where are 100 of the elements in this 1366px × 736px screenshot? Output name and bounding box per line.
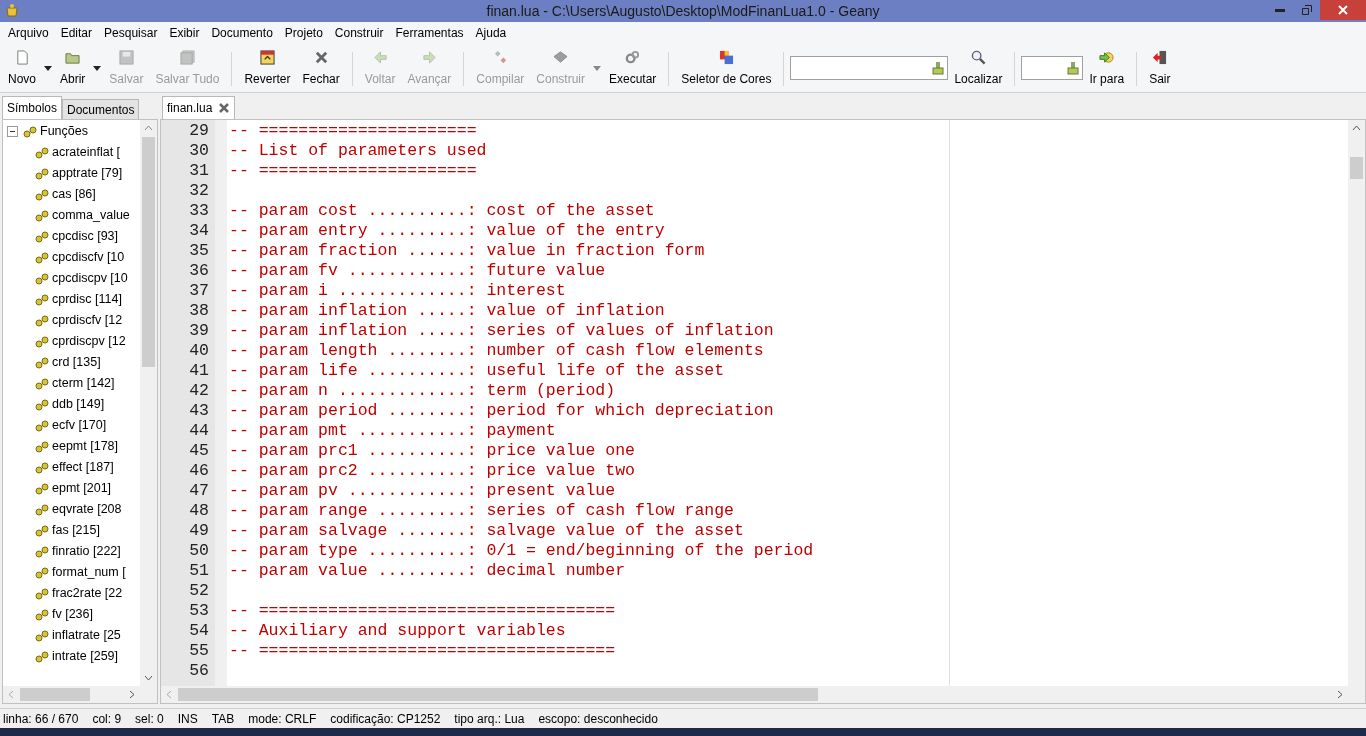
tree-item[interactable]: acrateinflat [ bbox=[52, 143, 121, 162]
code-line: -- param range .........: series of cash flow range bbox=[229, 501, 735, 521]
tree-item[interactable]: fv [236] bbox=[52, 605, 93, 624]
menu-item[interactable]: Construir bbox=[328, 24, 390, 42]
tree-item[interactable]: fas [215] bbox=[52, 521, 100, 540]
scrollbar-thumb[interactable] bbox=[178, 688, 818, 701]
tree-item[interactable]: ddb [149] bbox=[52, 395, 105, 414]
toolbar-button[interactable]: Seletor de Cores bbox=[675, 48, 778, 88]
toolbar-button[interactable]: Ir para bbox=[1083, 48, 1131, 88]
tree-item[interactable]: format_num [ bbox=[52, 563, 126, 582]
tree-item[interactable]: frac2rate [22 bbox=[52, 584, 123, 603]
tree-item[interactable]: comma_value bbox=[52, 206, 130, 225]
tree-item[interactable]: eqvrate [208 bbox=[52, 500, 122, 519]
close-button[interactable] bbox=[1320, 0, 1366, 20]
line-number: 37 bbox=[188, 281, 210, 301]
floppy-disks-icon bbox=[178, 50, 196, 65]
chain-icon bbox=[35, 377, 49, 390]
tree-item[interactable]: eepmt [178] bbox=[52, 437, 118, 456]
horizontal-scrollbar[interactable] bbox=[3, 686, 157, 703]
code-line: -- param life ..........: useful life of the asset bbox=[229, 361, 726, 381]
chain-icon bbox=[35, 482, 49, 495]
line-number: 46 bbox=[188, 461, 210, 481]
scrollbar-thumb[interactable] bbox=[1350, 157, 1363, 179]
toolbar-button[interactable]: Fechar bbox=[296, 48, 346, 88]
tree-item[interactable]: cprdiscfv [12 bbox=[52, 311, 123, 330]
tree-item[interactable]: effect [187] bbox=[52, 458, 114, 477]
line-number: 40 bbox=[188, 341, 210, 361]
tree-item[interactable]: epmt [201] bbox=[52, 479, 112, 498]
line-number: 45 bbox=[188, 441, 210, 461]
scroll-left-icon[interactable] bbox=[166, 690, 172, 699]
line-number: 38 bbox=[188, 301, 210, 321]
scroll-left-icon[interactable] bbox=[8, 690, 14, 699]
tab[interactable]: Símbolos bbox=[2, 96, 63, 119]
tree-item[interactable]: cpcdiscfv [10 bbox=[52, 248, 125, 267]
tree-item[interactable]: cpcdisc [93] bbox=[52, 227, 118, 246]
scroll-up-icon[interactable] bbox=[144, 125, 153, 131]
tab[interactable]: finan.lua bbox=[162, 96, 236, 119]
line-number: 53 bbox=[188, 601, 210, 621]
folder-icon bbox=[64, 50, 82, 65]
chain-icon bbox=[35, 566, 49, 579]
line-number: 48 bbox=[188, 501, 210, 521]
scrollbar-thumb[interactable] bbox=[142, 137, 155, 367]
tree-item[interactable]: finratio [222] bbox=[52, 542, 121, 561]
code-line: -- param pmt ...........: payment bbox=[229, 421, 557, 441]
code-line: -- param fv ............: future value bbox=[229, 261, 607, 281]
menu-item[interactable]: Exibir bbox=[163, 24, 206, 42]
chain-icon bbox=[35, 629, 49, 642]
status-text: sel: 0 bbox=[135, 710, 164, 728]
line-number: 52 bbox=[188, 581, 210, 601]
line-number: 30 bbox=[188, 141, 210, 161]
code-line: -- param length ........: number of cash flow elements bbox=[229, 341, 765, 361]
arrow-circle-icon bbox=[1098, 50, 1116, 65]
horizontal-scrollbar[interactable] bbox=[161, 686, 1365, 703]
toolbar-button[interactable]: Reverter bbox=[238, 48, 297, 88]
vertical-scrollbar[interactable] bbox=[140, 120, 157, 686]
search-field[interactable] bbox=[790, 56, 949, 80]
code-line: -- param type ..........: 0/1 = end/beginning of the period bbox=[229, 541, 815, 561]
menu-item[interactable]: Documento bbox=[205, 24, 279, 42]
status-text: linha: 66 / 670 bbox=[3, 710, 79, 728]
tab[interactable]: Documentos bbox=[62, 99, 140, 119]
menu-item[interactable]: Pesquisar bbox=[98, 24, 164, 42]
code-line: -- param fraction ......: value in fraction form bbox=[229, 241, 706, 261]
tree-item[interactable]: cprdisc [114] bbox=[52, 290, 122, 309]
tree-item[interactable]: inflatrate [25 bbox=[52, 626, 121, 645]
menu-item[interactable]: Editar bbox=[54, 24, 99, 42]
toolbar-button[interactable]: Executar bbox=[603, 48, 663, 88]
line-number-field[interactable] bbox=[1021, 56, 1084, 80]
code-line: -- param salvage .......: salvage value of the asset bbox=[229, 521, 745, 541]
code-line: -- param inflation .....: series of values of inflation bbox=[229, 321, 775, 341]
tree-item[interactable]: apptrate [79] bbox=[52, 164, 123, 183]
toolbar-button[interactable]: Localizar bbox=[948, 48, 1009, 88]
scroll-down-icon[interactable] bbox=[144, 675, 153, 681]
tree-item[interactable]: Funções bbox=[40, 122, 88, 141]
line-number: 51 bbox=[188, 561, 210, 581]
tree-item[interactable]: cpcdiscpv [10 bbox=[52, 269, 128, 288]
menu-item[interactable]: Ferramentas bbox=[389, 24, 470, 42]
tree-item[interactable]: cas [86] bbox=[52, 185, 96, 204]
vertical-scrollbar[interactable] bbox=[1348, 120, 1365, 686]
scroll-up-icon[interactable] bbox=[1352, 125, 1361, 131]
code-line: -- param prc2 ..........: price value two bbox=[229, 461, 636, 481]
toolbar-button[interactable]: Sair bbox=[1143, 48, 1177, 88]
scroll-right-icon[interactable] bbox=[1337, 690, 1343, 699]
chain-icon bbox=[35, 251, 49, 264]
toolbar-button[interactable]: Novo bbox=[2, 48, 42, 88]
tree-item[interactable]: intrate [259] bbox=[52, 647, 118, 666]
scroll-right-icon[interactable] bbox=[129, 690, 135, 699]
toolbar-button[interactable]: Abrir bbox=[54, 48, 92, 88]
menu-item[interactable]: Projeto bbox=[278, 24, 329, 42]
menu-item[interactable]: Arquivo bbox=[2, 24, 55, 42]
scrollbar-thumb[interactable] bbox=[20, 688, 90, 701]
close-icon[interactable] bbox=[218, 102, 231, 114]
line-number: 50 bbox=[188, 541, 210, 561]
left-arrow-icon bbox=[371, 50, 389, 65]
tree-item[interactable]: ecfv [170] bbox=[52, 416, 107, 435]
tree-item[interactable]: crd [135] bbox=[52, 353, 101, 372]
tree-item[interactable]: cterm [142] bbox=[52, 374, 115, 393]
menu-item[interactable]: Ajuda bbox=[469, 24, 513, 42]
tree-item[interactable]: cprdiscpv [12 bbox=[52, 332, 126, 351]
chain-icon bbox=[35, 461, 49, 474]
collapse-icon[interactable] bbox=[7, 126, 18, 137]
